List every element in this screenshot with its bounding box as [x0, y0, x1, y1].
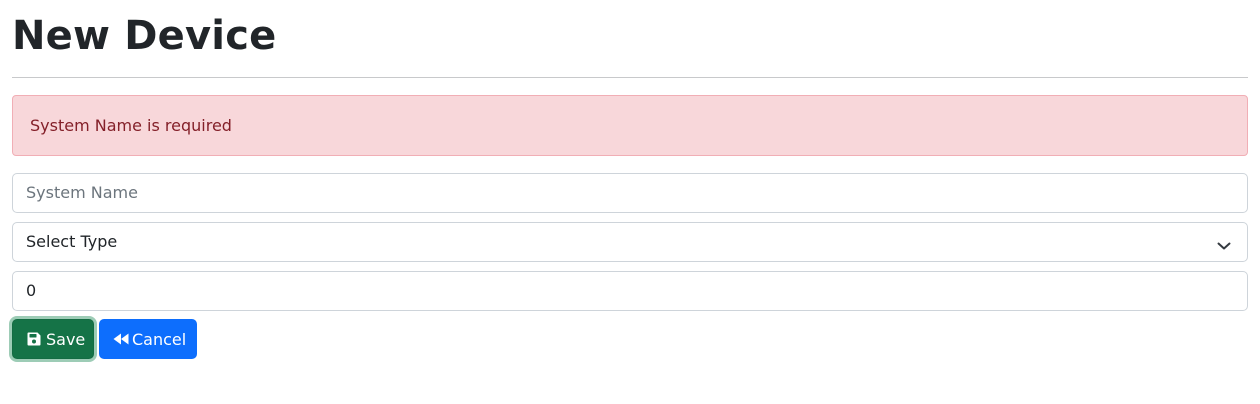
save-icon [26, 331, 42, 347]
page-container: New Device System Name is required Selec… [12, 0, 1248, 359]
save-label: Save [46, 329, 86, 349]
page-title: New Device [12, 13, 277, 59]
backward-icon [112, 331, 129, 347]
cancel-button[interactable]: Cancel [99, 319, 197, 359]
chevron-down-icon [1217, 236, 1231, 250]
type-select-value: Select Type [26, 232, 118, 251]
number-field[interactable] [12, 271, 1248, 311]
system-name-input[interactable] [26, 174, 1206, 212]
save-button[interactable]: Save [12, 319, 94, 359]
alert-message: System Name is required [30, 116, 232, 135]
divider [12, 77, 1248, 78]
system-name-field[interactable] [12, 173, 1248, 213]
error-alert: System Name is required [12, 95, 1248, 156]
type-select[interactable]: Select Type [12, 222, 1248, 262]
number-input[interactable] [26, 272, 1206, 310]
cancel-label: Cancel [132, 329, 187, 349]
